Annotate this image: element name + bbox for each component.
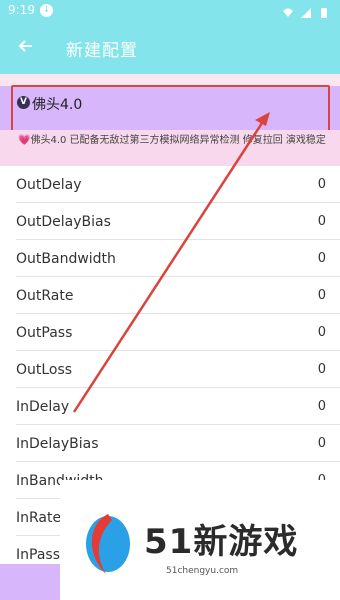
watermark-domain: 51chengyu.com (166, 566, 239, 576)
watermark: 51新游戏 51chengyu.com (60, 480, 340, 600)
watermark-logo-icon (86, 514, 130, 574)
watermark-brand: 51新游戏 (144, 522, 299, 562)
bottom-strip (0, 564, 60, 600)
